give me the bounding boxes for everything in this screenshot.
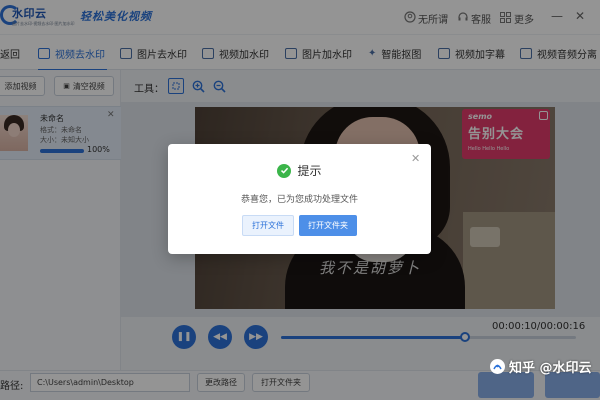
- success-check-icon: [277, 163, 292, 178]
- dialog-message: 恭喜您，已为您成功处理文件: [240, 195, 358, 205]
- open-folder-dialog-button[interactable]: 打开文件夹: [299, 215, 357, 236]
- dialog-title: 提示: [297, 164, 322, 178]
- logo-icon: [490, 359, 505, 374]
- dialog-header: 提示: [168, 162, 431, 179]
- success-dialog: ✕ 提示 恭喜您，已为您成功处理文件 打开文件 打开文件夹: [168, 144, 431, 254]
- source-watermark: 知乎 @水印云: [490, 357, 592, 376]
- open-file-button[interactable]: 打开文件: [242, 215, 294, 236]
